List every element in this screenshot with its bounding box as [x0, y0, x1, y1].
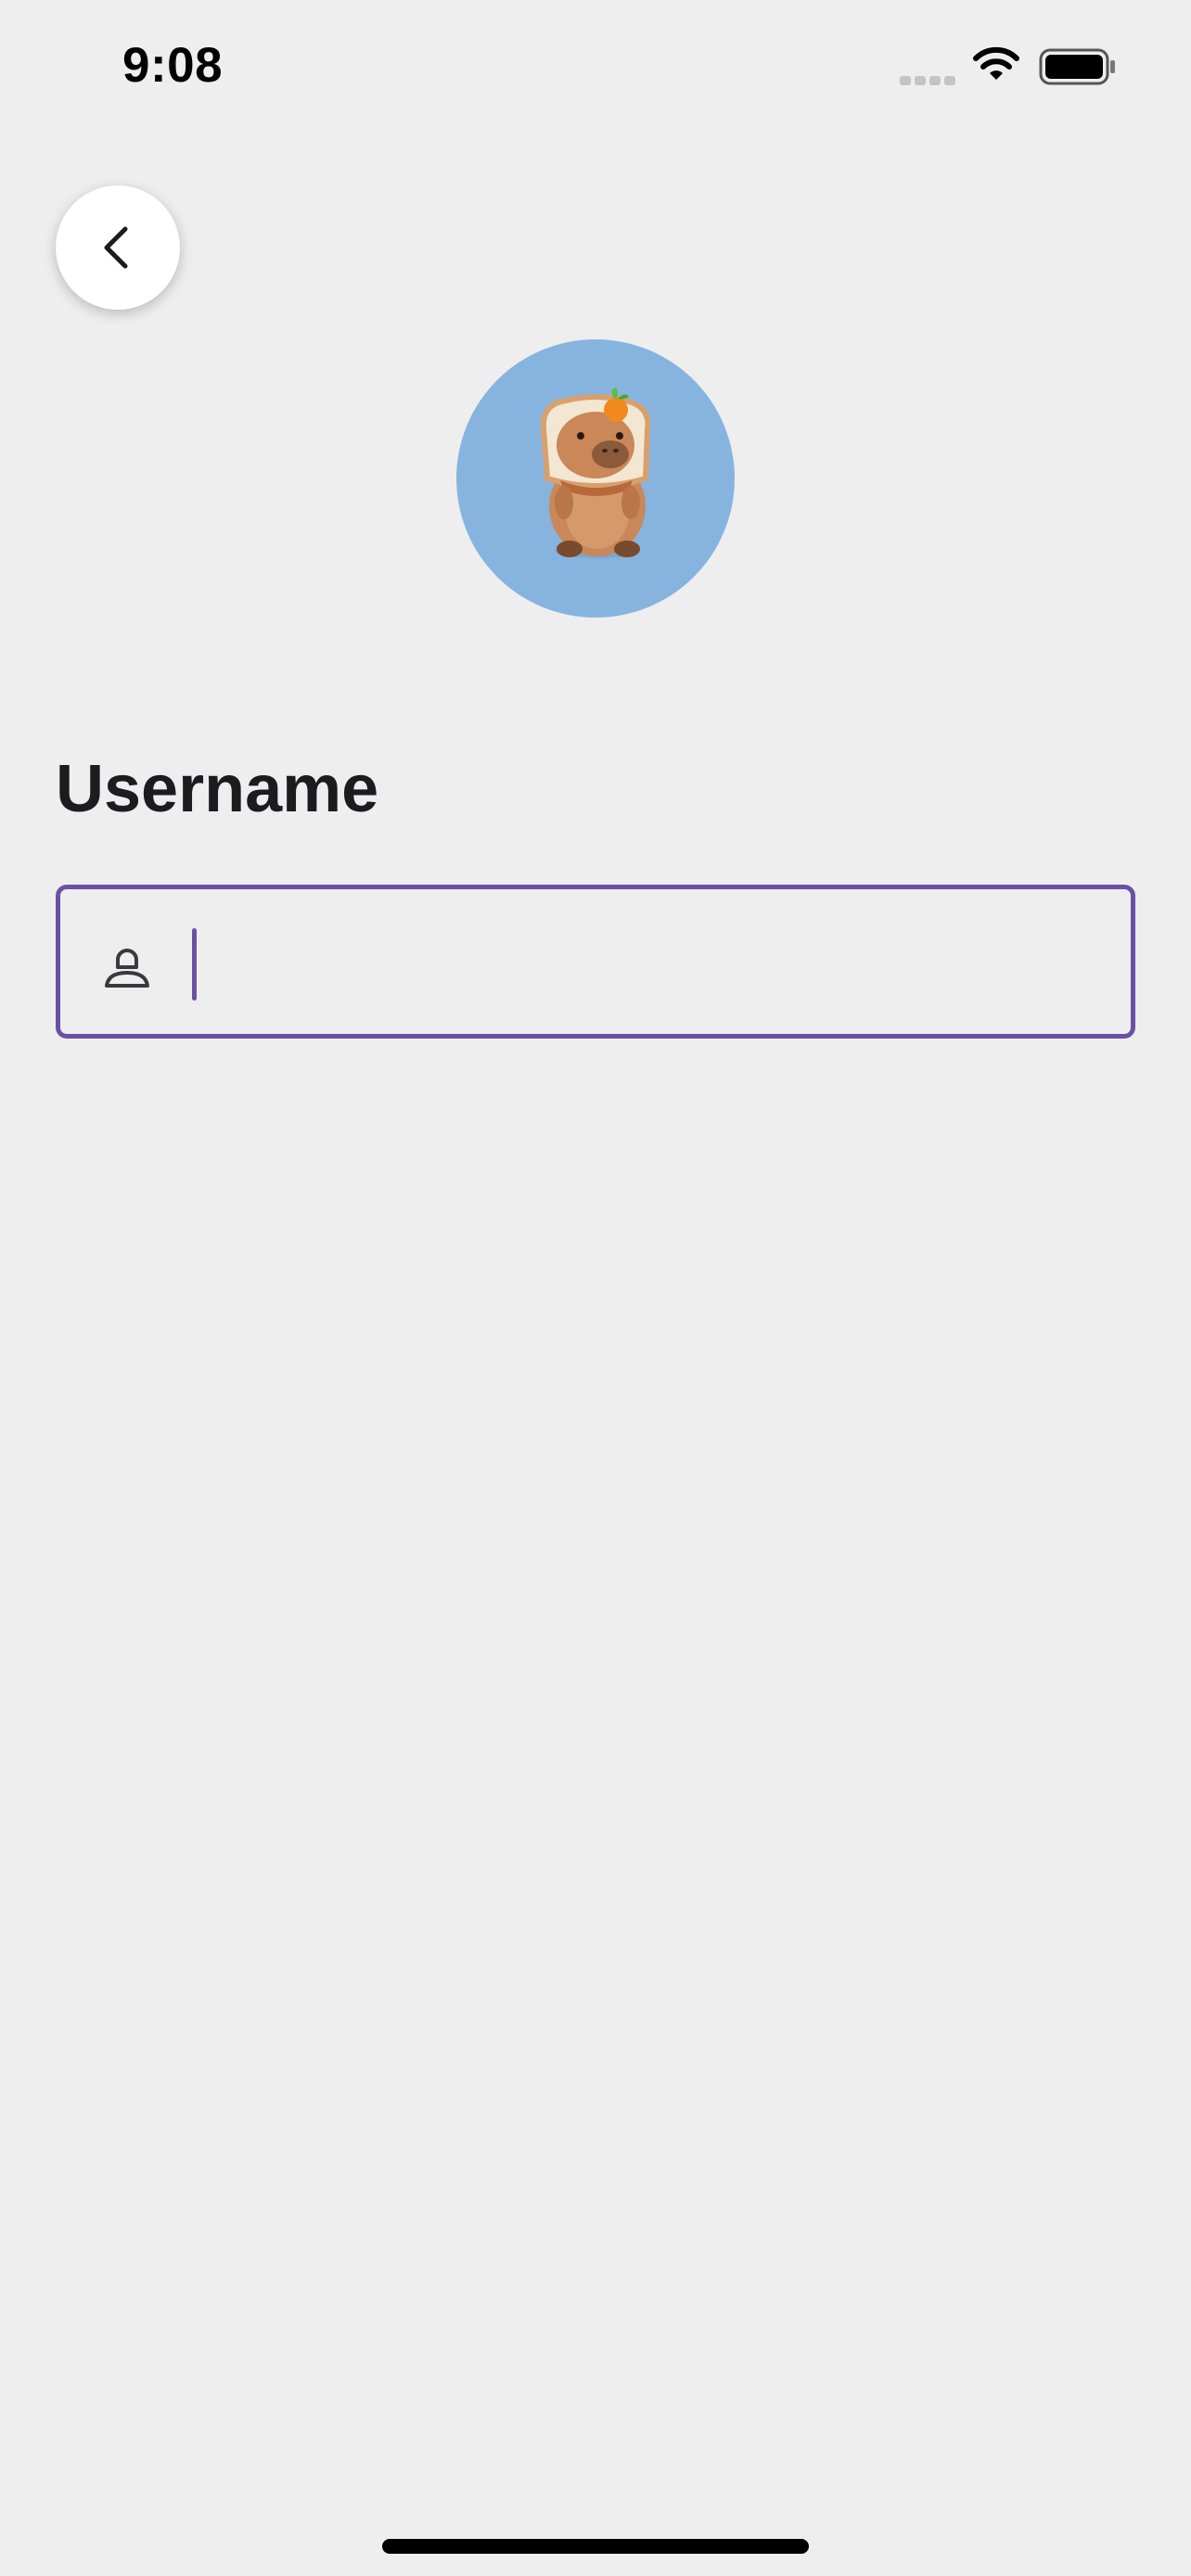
home-indicator[interactable] — [382, 2539, 809, 2554]
username-label: Username — [56, 752, 379, 826]
status-time: 9:08 — [122, 38, 224, 93]
username-input[interactable] — [192, 917, 1101, 1006]
chevron-left-icon — [104, 226, 128, 269]
status-bar: 9:08 — [0, 0, 1191, 130]
person-icon — [105, 949, 149, 988]
capybara-plush-image — [540, 388, 651, 558]
username-field[interactable] — [56, 885, 1135, 1039]
cellular-signal-icon — [900, 76, 955, 85]
avatar[interactable] — [456, 339, 735, 618]
battery-icon — [1039, 48, 1115, 85]
text-caret — [192, 928, 197, 1001]
wifi-icon — [973, 46, 1019, 80]
back-button[interactable] — [56, 185, 180, 310]
